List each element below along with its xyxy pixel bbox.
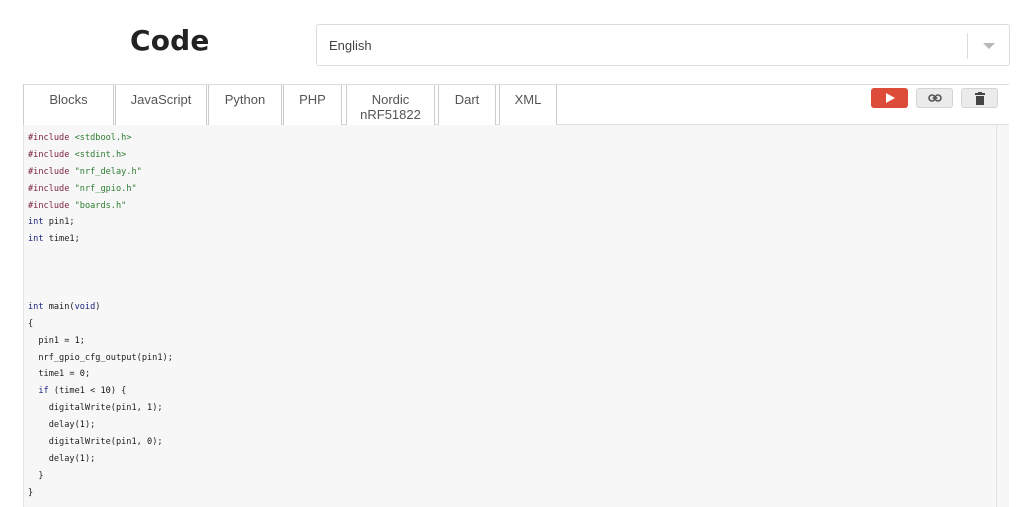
code-line: time1 = 0; <box>28 369 91 380</box>
code-line: } <box>28 470 44 481</box>
code-line: delay(1); <box>28 453 96 464</box>
code-line: delay(1); <box>28 420 96 431</box>
code-line: #include "boards.h" <box>28 200 127 211</box>
tab-label: Python <box>224 92 266 107</box>
tab-bar: Blocks JavaScript Python PHP Nordic nRF5… <box>23 84 1009 125</box>
code-line: digitalWrite(pin1, 0); <box>28 437 163 448</box>
tab-label: JavaScript <box>130 92 192 107</box>
code-line: if (time1 < 10) { <box>38 386 127 397</box>
run-button[interactable] <box>871 88 908 108</box>
tab-label: Dart <box>454 92 480 107</box>
chevron-down-icon <box>983 43 995 49</box>
link-button[interactable] <box>916 88 953 108</box>
delete-button[interactable] <box>961 88 998 108</box>
tab-label: XML <box>514 92 542 107</box>
tab-php[interactable]: PHP <box>283 85 342 125</box>
language-select[interactable]: English <box>316 24 1010 66</box>
code-line: int time1; <box>28 234 80 245</box>
code-editor[interactable]: #include <stdbool.h> #include <stdint.h> #… <box>23 125 1009 507</box>
code-line: pin1 = 1; <box>28 335 85 346</box>
code-content: #include <stdbool.h> #include <stdint.h> #… <box>28 130 173 502</box>
trash-icon <box>975 92 985 105</box>
code-line: int main(void) <box>28 301 101 312</box>
code-line: #include "nrf_delay.h" <box>28 166 142 177</box>
tab-nordic[interactable]: Nordic nRF51822 <box>346 85 435 125</box>
code-line: { <box>28 318 34 329</box>
code-line: #include <stdint.h> <box>28 149 127 160</box>
code-line: digitalWrite(pin1, 1); <box>28 403 163 414</box>
link-icon <box>928 94 942 102</box>
tab-label-secondary: nRF51822 <box>360 107 421 122</box>
code-line: #include "nrf_gpio.h" <box>28 183 137 194</box>
code-line: int pin1; <box>28 217 75 228</box>
code-line: #include <stdbool.h> <box>28 133 132 143</box>
language-select-value: English <box>329 38 372 53</box>
tab-dart[interactable]: Dart <box>438 85 496 125</box>
editor-scroll-divider <box>996 125 997 507</box>
language-select-toggle[interactable] <box>967 33 1009 59</box>
tab-label: Blocks <box>49 92 88 107</box>
page-title: Code <box>130 24 210 57</box>
tab-label: Nordic <box>371 92 410 107</box>
tab-python[interactable]: Python <box>208 85 282 125</box>
tab-label: PHP <box>299 92 326 107</box>
tab-javascript[interactable]: JavaScript <box>115 85 207 125</box>
tab-blocks[interactable]: Blocks <box>23 85 114 125</box>
play-icon <box>886 93 895 103</box>
code-line: nrf_gpio_cfg_output(pin1); <box>28 352 173 363</box>
code-line: } <box>28 487 34 498</box>
tab-xml[interactable]: XML <box>499 85 557 125</box>
